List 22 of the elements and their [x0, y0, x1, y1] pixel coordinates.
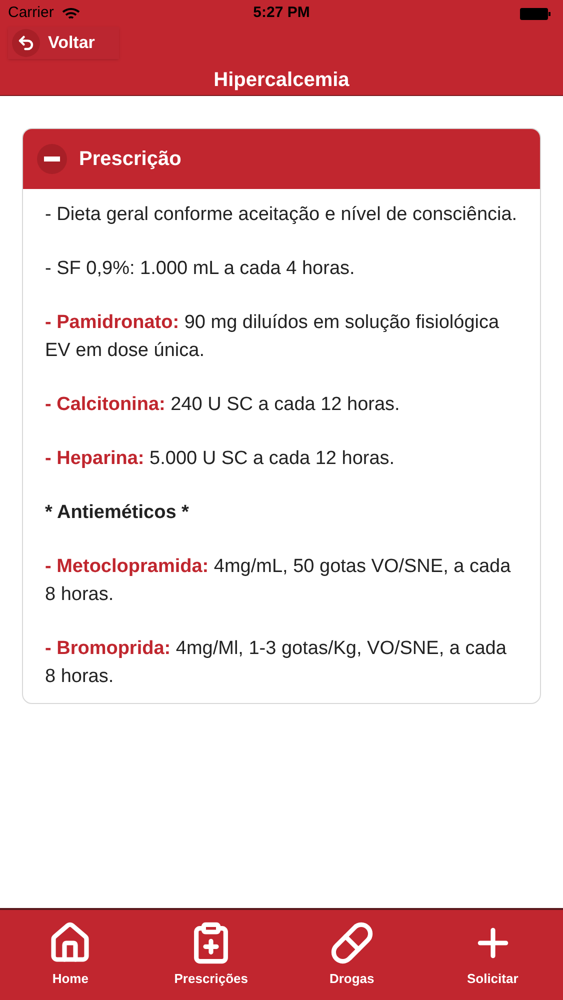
group-heading: * Antieméticos *	[45, 501, 190, 525]
page-title: Hipercalcemia	[212, 68, 350, 93]
battery-icon	[520, 6, 551, 20]
section-header[interactable]: Prescrição	[23, 129, 540, 189]
tab-item[interactable]: Drogas	[282, 910, 422, 1000]
collapse-icon	[37, 144, 67, 174]
tab-item[interactable]: Home	[0, 910, 141, 1000]
prescription-text: - Bromoprida: 4mg/Ml, 1-3 gotas/Kg, VO/SNE, a cada 8 horas.	[45, 637, 508, 689]
drugs-icon	[330, 921, 374, 966]
back-button[interactable]: Voltar	[8, 27, 119, 59]
prescription-text: - Heparina: 5.000 U SC a cada 12 horas.	[45, 447, 396, 471]
carrier-label: Carrier	[8, 3, 54, 24]
prescription-text: - Calcitonina: 240 U SC a cada 12 horas.	[45, 393, 401, 417]
tab-item[interactable]: Solicitar	[422, 910, 563, 1000]
prescription-text: - SF 0,9%: 1.000 mL a cada 4 horas.	[45, 257, 356, 281]
tab-item[interactable]: Prescrições	[140, 910, 282, 1000]
back-icon	[12, 29, 40, 57]
time-label: 5:27 PM	[253, 3, 310, 24]
prescription-text: - Pamidronato: 90 mg diluídos em solução fisiológica EV em dose única.	[45, 311, 500, 363]
prescription-text: - Metoclopramida: 4mg/mL, 50 gotas VO/SNE, a cada 8 horas.	[45, 555, 512, 607]
prescription-text: - Dieta geral conforme aceitação e nível de consciência.	[45, 203, 518, 227]
wifi-icon	[62, 7, 80, 20]
